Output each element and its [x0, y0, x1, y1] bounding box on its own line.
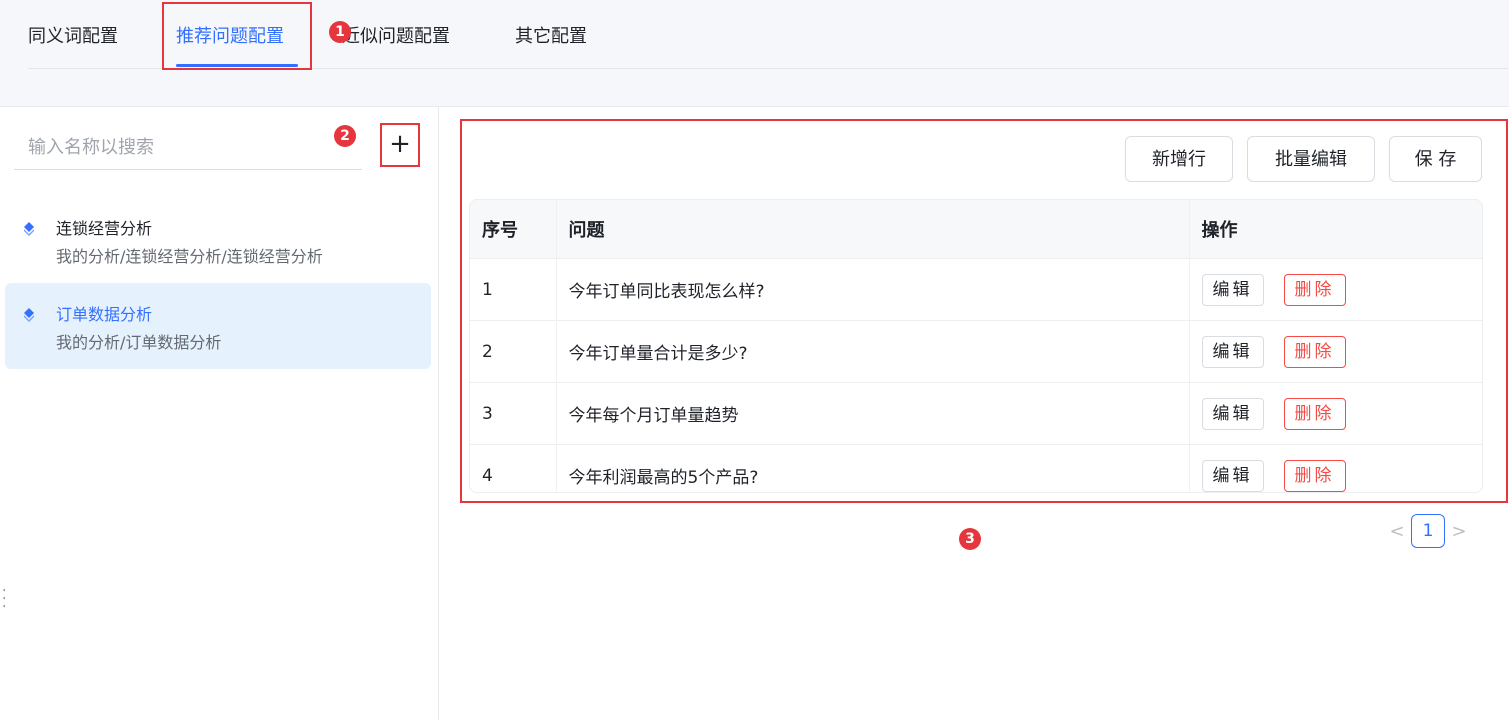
row-question: 今年利润最高的5个产品? — [556, 444, 1190, 492]
row-actions: 编辑 删除 — [1189, 444, 1482, 492]
row-actions: 编辑 删除 — [1189, 258, 1482, 321]
search-input[interactable] — [14, 127, 362, 167]
list-item-title: 订单数据分析 — [56, 305, 153, 324]
batch-edit-button[interactable]: 批量编辑 — [1247, 136, 1375, 182]
row-question: 今年订单量合计是多少? — [556, 320, 1190, 383]
row-question: 今年每个月订单量趋势 — [556, 382, 1190, 445]
tab-similar-questions-config[interactable]: 近似问题配置 — [342, 22, 450, 48]
delete-button[interactable]: 删除 — [1283, 459, 1346, 492]
add-button[interactable]: + — [380, 123, 420, 167]
annotation-marker-2: 2 — [334, 125, 356, 147]
table-row: 4 今年利润最高的5个产品? 编辑 删除 — [470, 444, 1482, 492]
row-index: 4 — [470, 444, 557, 492]
edit-button[interactable]: 编辑 — [1201, 335, 1264, 368]
row-index: 1 — [470, 258, 557, 321]
table-header-row: 序号 问题 操作 — [470, 200, 1482, 259]
list-item-path: 我的分析/订单数据分析 — [56, 333, 222, 352]
vertical-ellipsis-icon[interactable]: · · · — [2, 584, 8, 614]
delete-button[interactable]: 删除 — [1283, 335, 1346, 368]
delete-button[interactable]: 删除 — [1283, 397, 1346, 430]
row-index: 2 — [470, 320, 557, 383]
tab-other-config[interactable]: 其它配置 — [515, 22, 587, 48]
edit-button[interactable]: 编辑 — [1201, 273, 1264, 306]
row-actions: 编辑 删除 — [1189, 320, 1482, 383]
recommended-questions-panel: 新增行 批量编辑 保 存 序号 问题 操作 1 今年订单同比表现怎么样? 编辑删… — [439, 107, 1509, 720]
analysis-list-panel: 2 + 连锁经营分析 我的分析/连锁经营分析/连锁经营分析 订单数据分析 我的分… — [0, 107, 439, 720]
chevron-right-icon[interactable]: > — [1445, 521, 1473, 542]
save-button[interactable]: 保 存 — [1389, 136, 1482, 182]
chevron-left-icon[interactable]: < — [1383, 521, 1411, 542]
list-item-order-data-analysis[interactable]: 订单数据分析 我的分析/订单数据分析 — [5, 283, 431, 369]
list-item-chain-operation-analysis[interactable]: 连锁经营分析 我的分析/连锁经营分析/连锁经营分析 — [5, 197, 431, 283]
questions-table: 序号 问题 操作 1 今年订单同比表现怎么样? 编辑 删除 2 今年订单量合计是多… — [469, 199, 1483, 493]
column-header-actions: 操作 — [1189, 200, 1482, 259]
annotation-marker-1: 1 — [329, 21, 351, 43]
list-item-title: 连锁经营分析 — [56, 219, 153, 238]
annotation-marker-3: 3 — [959, 528, 981, 550]
edit-button[interactable]: 编辑 — [1201, 397, 1264, 430]
table-row: 1 今年订单同比表现怎么样? 编辑 删除 — [470, 258, 1482, 321]
row-actions: 编辑 删除 — [1189, 382, 1482, 445]
pagination: < 1 > — [1383, 513, 1473, 549]
search-field — [14, 127, 362, 170]
page-number-current[interactable]: 1 — [1411, 514, 1445, 548]
column-header-question: 问题 — [556, 200, 1190, 259]
plus-icon: + — [389, 129, 411, 159]
delete-button[interactable]: 删除 — [1283, 273, 1346, 306]
table-row: 3 今年每个月订单量趋势 编辑 删除 — [470, 382, 1482, 445]
diamond-icon — [24, 308, 34, 322]
annotation-box-1 — [162, 2, 312, 70]
diamond-icon — [24, 222, 34, 236]
row-question: 今年订单同比表现怎么样? — [556, 258, 1190, 321]
row-index: 3 — [470, 382, 557, 445]
add-row-button[interactable]: 新增行 — [1125, 136, 1233, 182]
table-row: 2 今年订单量合计是多少? 编辑 删除 — [470, 320, 1482, 383]
column-header-index: 序号 — [470, 200, 557, 259]
edit-button[interactable]: 编辑 — [1201, 459, 1264, 492]
tab-synonym-config[interactable]: 同义词配置 — [28, 22, 118, 48]
list-item-path: 我的分析/连锁经营分析/连锁经营分析 — [56, 247, 323, 266]
